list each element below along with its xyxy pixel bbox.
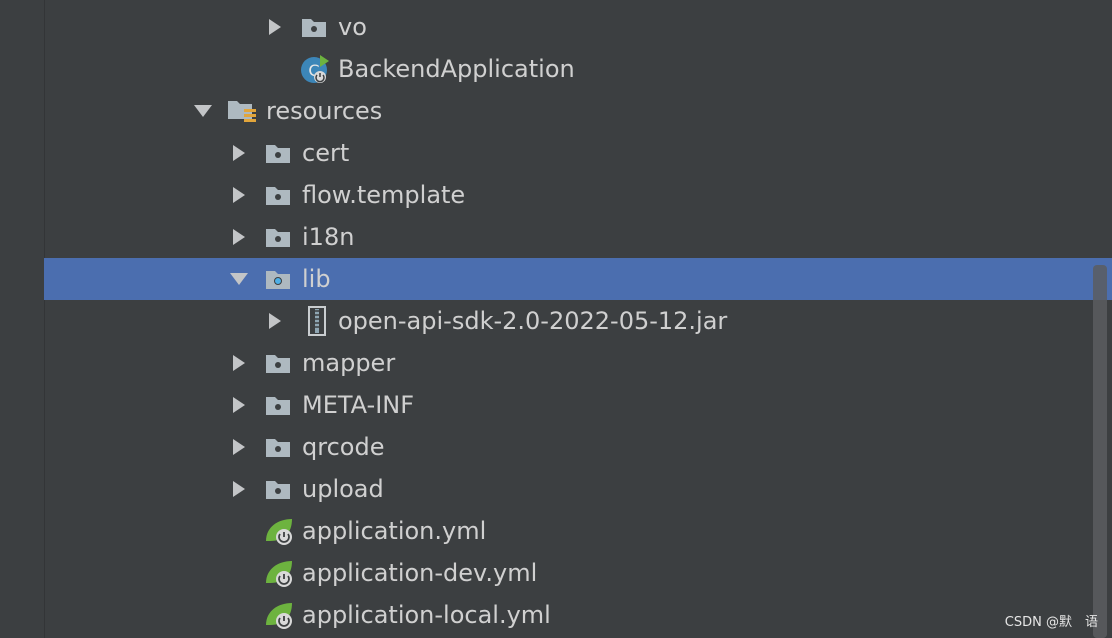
spring-config-icon — [264, 515, 296, 547]
folder-icon — [262, 473, 294, 505]
resources-folder-icon — [226, 95, 258, 127]
tree-item-label: flow.template — [302, 181, 466, 209]
tree-item-label: META-INF — [302, 391, 415, 419]
tree-item-label: vo — [338, 13, 367, 41]
tree-row-qrcode[interactable]: qrcode — [44, 426, 1112, 468]
folder-icon — [262, 221, 294, 253]
tree-item-label: upload — [302, 475, 384, 503]
expand-arrow-right-icon[interactable] — [228, 436, 250, 458]
tree-row-application-dev-yml[interactable]: application-dev.yml — [44, 552, 1112, 594]
tree-item-label: lib — [302, 265, 331, 293]
tree-item-label: mapper — [302, 349, 396, 377]
jar-archive-icon — [300, 305, 332, 337]
expand-arrow-right-icon[interactable] — [264, 310, 286, 332]
expand-arrow-down-icon[interactable] — [228, 268, 250, 290]
library-folder-icon — [262, 263, 294, 295]
expand-arrow-right-icon[interactable] — [228, 184, 250, 206]
tree-row-jar[interactable]: open-api-sdk-2.0-2022-05-12.jar — [44, 300, 1112, 342]
project-tree[interactable]: vo C BackendApplication resources cert f… — [44, 0, 1112, 638]
tree-row-meta-inf[interactable]: META-INF — [44, 384, 1112, 426]
expand-arrow-right-icon[interactable] — [228, 352, 250, 374]
folder-icon — [262, 179, 294, 211]
tree-row-upload[interactable]: upload — [44, 468, 1112, 510]
editor-gutter — [0, 0, 45, 638]
vertical-scrollbar[interactable] — [1093, 265, 1107, 638]
tree-row-resources[interactable]: resources — [44, 90, 1112, 132]
tree-row-application-yml[interactable]: application.yml — [44, 510, 1112, 552]
tree-row-vo[interactable]: vo — [44, 6, 1112, 48]
tree-row-i18n[interactable]: i18n — [44, 216, 1112, 258]
tree-row-application-local-yml[interactable]: application-local.yml — [44, 594, 1112, 636]
tree-row-flow-template[interactable]: flow.template — [44, 174, 1112, 216]
tree-item-label: qrcode — [302, 433, 385, 461]
tree-item-label: i18n — [302, 223, 355, 251]
spring-config-icon — [264, 557, 296, 589]
folder-icon — [262, 347, 294, 379]
expand-arrow-right-icon[interactable] — [228, 394, 250, 416]
expand-arrow-right-icon[interactable] — [228, 226, 250, 248]
expand-arrow-down-icon[interactable] — [192, 100, 214, 122]
tree-row-cert[interactable]: cert — [44, 132, 1112, 174]
folder-icon — [262, 389, 294, 421]
spring-config-icon — [264, 599, 296, 631]
watermark: CSDN @默 语 — [1004, 615, 1098, 630]
tree-item-label: application-dev.yml — [302, 559, 538, 587]
tree-item-label: application-local.yml — [302, 601, 551, 629]
tree-item-label: BackendApplication — [338, 55, 575, 83]
tree-row-mapper[interactable]: mapper — [44, 342, 1112, 384]
folder-icon — [262, 137, 294, 169]
tree-item-label: resources — [266, 97, 383, 125]
package-folder-icon — [298, 11, 330, 43]
spring-boot-class-icon: C — [300, 53, 332, 85]
tree-row-backend-application[interactable]: C BackendApplication — [44, 48, 1112, 90]
expand-arrow-right-icon[interactable] — [228, 478, 250, 500]
expand-arrow-right-icon[interactable] — [264, 16, 286, 38]
expand-arrow-right-icon[interactable] — [228, 142, 250, 164]
tree-item-label: cert — [302, 139, 350, 167]
tree-item-label: open-api-sdk-2.0-2022-05-12.jar — [338, 307, 728, 335]
tree-row-lib[interactable]: lib — [44, 258, 1112, 300]
folder-icon — [262, 431, 294, 463]
tree-item-label: application.yml — [302, 517, 487, 545]
